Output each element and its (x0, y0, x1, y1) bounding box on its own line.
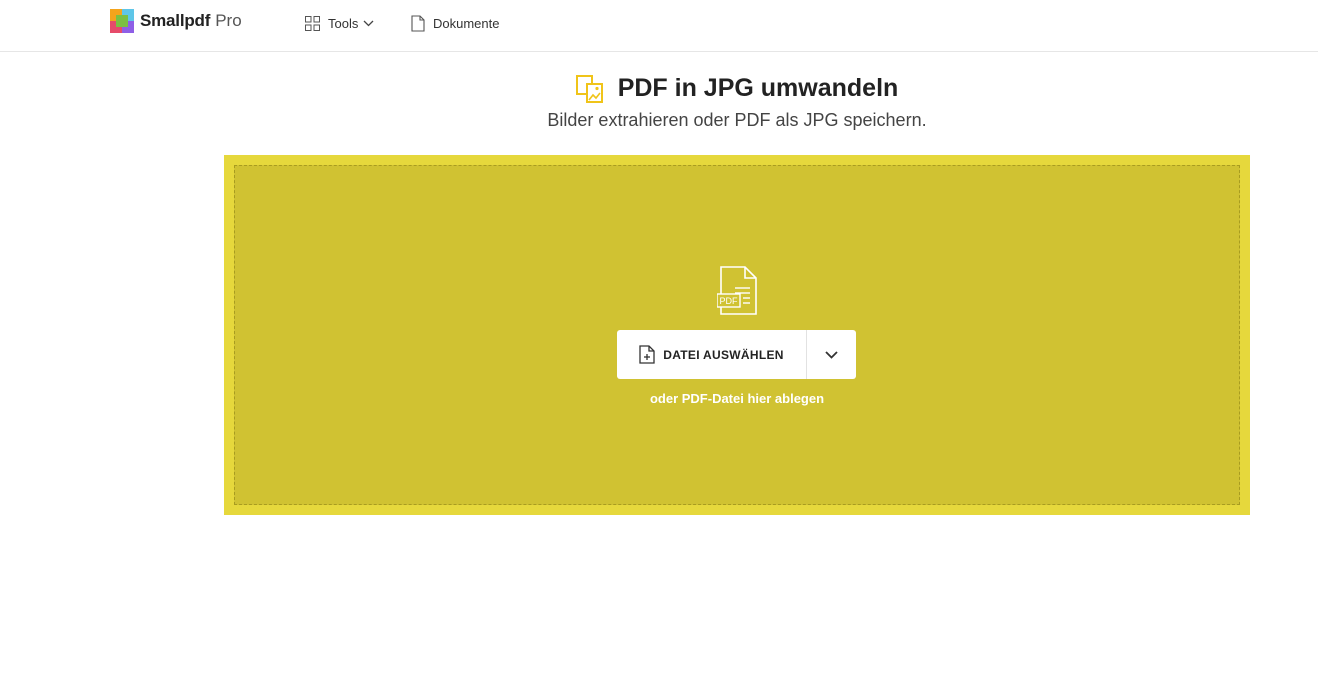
choose-file-group: DATEI AUSWÄHLEN (617, 330, 856, 379)
nav-tools[interactable]: Tools (305, 14, 374, 32)
choose-source-dropdown[interactable] (807, 330, 856, 379)
pdf-badge-text: PDF (720, 296, 739, 306)
brand-logo[interactable]: Smallpdf Pro (110, 8, 242, 34)
choose-file-button[interactable]: DATEI AUSWÄHLEN (617, 330, 807, 379)
title-row: PDF in JPG umwandeln (78, 74, 1318, 103)
dropzone[interactable]: PDF DATEI AUSWÄHLEN oder PDF-Datei hier … (224, 155, 1250, 515)
choose-file-label: DATEI AUSWÄHLEN (663, 347, 784, 362)
nav-documents-label: Dokumente (433, 15, 500, 31)
page-subtitle: Bilder extrahieren oder PDF als JPG spei… (547, 110, 927, 130)
page-title: PDF in JPG umwandeln (617, 74, 899, 102)
pdf-file-icon: PDF (717, 266, 757, 315)
nav-tools-label: Tools (328, 15, 359, 31)
chevron-down-icon (363, 20, 374, 26)
smallpdf-logo-icon (110, 9, 134, 33)
grid-icon (305, 15, 320, 31)
brand-name: Smallpdf (140, 11, 211, 30)
brand-tier: Pro (215, 11, 242, 30)
top-header: Smallpdf Pro Tools Dokumente (0, 0, 1318, 52)
file-add-icon (639, 345, 655, 364)
document-icon (411, 14, 425, 32)
pdf-to-jpg-icon (575, 74, 603, 103)
nav-documents[interactable]: Dokumente (411, 14, 499, 32)
dropzone-inner[interactable]: PDF DATEI AUSWÄHLEN oder PDF-Datei hier … (234, 165, 1240, 505)
chevron-down-icon (825, 350, 838, 359)
drop-hint: oder PDF-Datei hier ablegen (649, 391, 825, 406)
